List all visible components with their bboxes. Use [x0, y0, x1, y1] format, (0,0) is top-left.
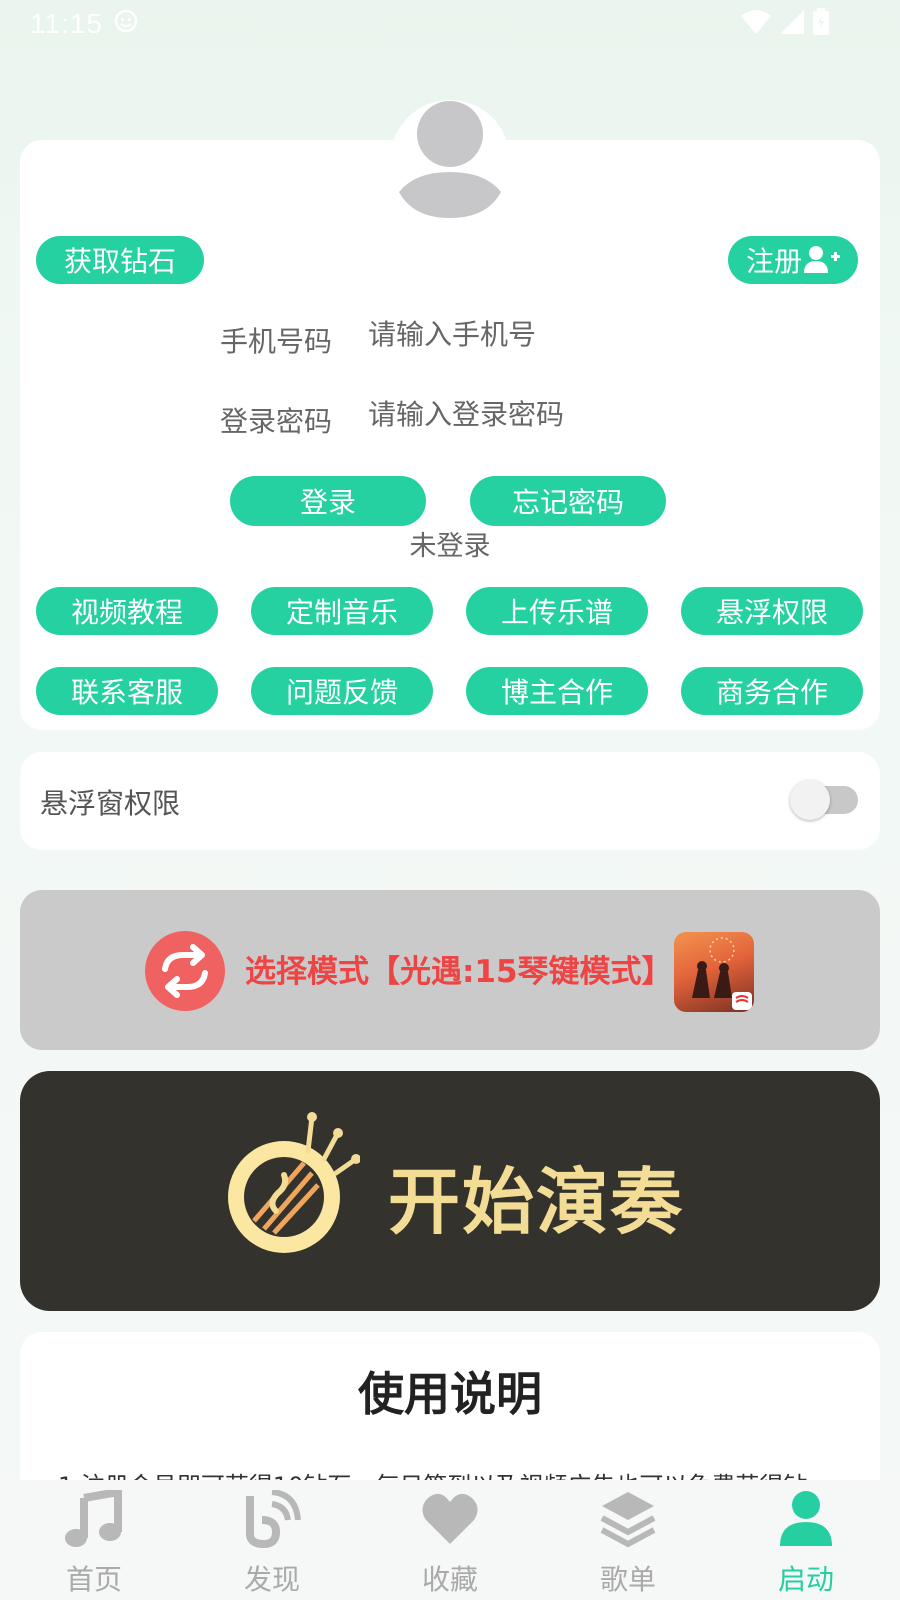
register-label: 注册	[745, 245, 802, 278]
status-icons	[740, 8, 830, 43]
toggle-knob	[790, 780, 830, 820]
tab-discover-label: 发现	[243, 1563, 300, 1596]
layers-icon	[598, 1490, 658, 1552]
wifi-icon	[740, 8, 772, 43]
tab-playlist[interactable]: 歌单	[578, 1480, 678, 1600]
action-feedback[interactable]: 问题反馈	[251, 667, 433, 715]
usage-card: 使用说明 1.注册会员即可获得10钻石，每日签到以及视频广告也可以免费获得钻	[20, 1332, 880, 1500]
mode-text: 选择模式【光遇:15琴键模式】	[245, 954, 673, 990]
tab-launch[interactable]: 启动	[756, 1480, 856, 1600]
tab-playlist-label: 歌单	[599, 1563, 656, 1596]
action-business-coop[interactable]: 商务合作	[681, 667, 863, 715]
status-bar: 11:15	[0, 0, 900, 48]
phone-input[interactable]	[368, 318, 768, 351]
game-thumbnail-icon	[674, 932, 754, 1012]
phone-label: 手机号码	[220, 325, 333, 358]
tab-home[interactable]: 首页	[44, 1480, 144, 1600]
mode-select-card[interactable]: 选择模式【光遇:15琴键模式】	[20, 890, 880, 1050]
tab-favorites[interactable]: 收藏	[400, 1480, 500, 1600]
start-play-label: 开始演奏	[388, 1160, 685, 1244]
action-video-tutorial[interactable]: 视频教程	[36, 587, 218, 635]
avatar-placeholder-icon	[399, 101, 501, 218]
forgot-password-button[interactable]: 忘记密码	[470, 476, 666, 526]
login-status: 未登录	[409, 531, 491, 562]
notification-icon	[113, 8, 139, 41]
person-icon	[776, 1490, 836, 1552]
get-diamond-button[interactable]: 获取钻石	[36, 236, 204, 284]
action-float-permission[interactable]: 悬浮权限	[681, 587, 863, 635]
tab-favorites-label: 收藏	[421, 1563, 478, 1596]
login-button[interactable]: 登录	[230, 476, 426, 526]
battery-icon	[812, 8, 830, 43]
float-window-toggle[interactable]	[790, 780, 858, 820]
add-user-icon	[804, 245, 840, 275]
avatar[interactable]	[390, 100, 510, 220]
tab-launch-label: 启动	[777, 1563, 834, 1596]
lyre-icon	[220, 1111, 361, 1265]
login-card: 获取钻石 注册 手机号码 登录密码 登录 忘记密码 未登录 视频教程 定制音乐 …	[20, 140, 880, 730]
password-label: 登录密码	[220, 405, 333, 438]
switch-mode-icon	[145, 931, 225, 1015]
float-window-card: 悬浮窗权限	[20, 752, 880, 850]
password-input[interactable]	[368, 398, 768, 431]
tab-home-label: 首页	[65, 1563, 122, 1596]
start-play-button[interactable]: 开始演奏	[20, 1071, 880, 1311]
action-custom-music[interactable]: 定制音乐	[251, 587, 433, 635]
heart-icon	[420, 1490, 480, 1552]
tab-discover[interactable]: 发现	[222, 1480, 322, 1600]
signal-icon	[778, 8, 806, 43]
discover-icon	[242, 1489, 302, 1552]
music-note-icon	[64, 1487, 124, 1552]
action-contact-support[interactable]: 联系客服	[36, 667, 218, 715]
register-button[interactable]: 注册	[728, 236, 858, 284]
action-upload-score[interactable]: 上传乐谱	[466, 587, 648, 635]
status-time: 11:15	[30, 8, 103, 39]
float-window-label: 悬浮窗权限	[40, 787, 181, 820]
action-blogger-coop[interactable]: 博主合作	[466, 667, 648, 715]
bottom-tab-bar: 首页 发现 收藏 歌单 启动	[0, 1480, 900, 1600]
usage-title: 使用说明	[358, 1367, 542, 1421]
